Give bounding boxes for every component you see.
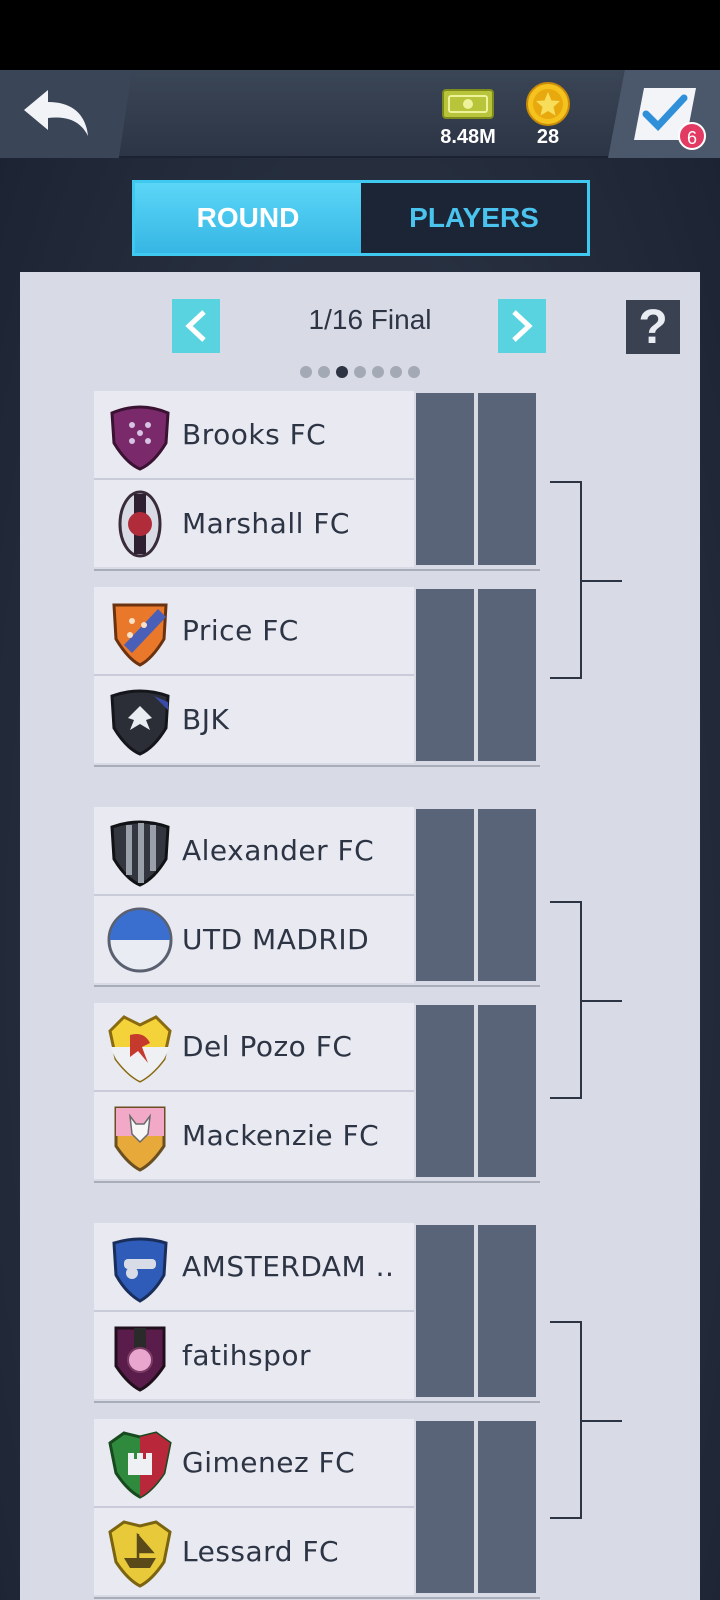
match-card[interactable]: Gimenez FC Lessard FC bbox=[94, 1419, 540, 1599]
bracket-stem bbox=[582, 1000, 622, 1002]
coins-value: 28 bbox=[536, 126, 560, 148]
chevron-left-icon bbox=[185, 310, 206, 342]
team-name: fatihspor bbox=[182, 1339, 312, 1372]
help-question-icon: ? bbox=[638, 300, 668, 354]
score-box-leg1 bbox=[416, 1421, 474, 1593]
tab-players[interactable]: PLAYERS bbox=[361, 183, 587, 253]
team-row-away: BJK bbox=[94, 676, 414, 763]
page-dot bbox=[408, 366, 420, 378]
match-card[interactable]: Price FC BJK bbox=[94, 587, 540, 767]
score-box-leg1 bbox=[416, 809, 474, 981]
card-shadow bbox=[94, 1401, 540, 1403]
blue-cannon-shield-icon bbox=[112, 1237, 168, 1303]
match-card[interactable]: AMSTERDAM .. fatihspor bbox=[94, 1223, 540, 1403]
next-round-button[interactable] bbox=[498, 299, 546, 353]
team-row-home: Alexander FC bbox=[94, 807, 414, 894]
team-row-away: UTD MADRID bbox=[94, 896, 414, 983]
black-stripes-shield-icon bbox=[110, 820, 170, 887]
team-name: Mackenzie FC bbox=[182, 1119, 380, 1152]
card-shadow bbox=[94, 569, 540, 571]
back-button[interactable] bbox=[0, 70, 132, 158]
team-name: UTD MADRID bbox=[182, 923, 370, 956]
chevron-right-icon bbox=[512, 310, 533, 342]
score-box-leg1 bbox=[416, 1225, 474, 1397]
bracket-connector bbox=[550, 901, 582, 1099]
orange-stars-shield-icon bbox=[112, 603, 168, 667]
team-name: Brooks FC bbox=[182, 418, 327, 451]
help-button[interactable]: ? bbox=[626, 300, 680, 354]
card-shadow bbox=[94, 985, 540, 987]
page-dot bbox=[354, 366, 366, 378]
yellow-red-bird-shield-icon bbox=[108, 1014, 172, 1083]
purple-stars-shield-icon bbox=[110, 405, 170, 471]
bracket-stem bbox=[582, 1420, 622, 1422]
bracket-connector bbox=[550, 481, 582, 679]
score-box-leg2 bbox=[478, 393, 536, 565]
blue-white-round-crest-icon bbox=[107, 907, 173, 972]
team-name: Gimenez FC bbox=[182, 1446, 356, 1479]
team-row-home: Brooks FC bbox=[94, 391, 414, 478]
round-title: 1/16 Final bbox=[308, 304, 432, 335]
score-box-leg1 bbox=[416, 393, 474, 565]
score-box-leg1 bbox=[416, 589, 474, 761]
page-dot bbox=[300, 366, 312, 378]
round-page-indicator bbox=[300, 366, 420, 378]
coin-star-icon bbox=[526, 82, 570, 126]
tasks-button[interactable]: 6 bbox=[608, 70, 720, 158]
previous-round-button[interactable] bbox=[172, 299, 220, 353]
top-bar: 8.48M 28 6 bbox=[0, 70, 720, 158]
score-box-leg1 bbox=[416, 1005, 474, 1177]
cash-value: 8.48M bbox=[440, 126, 496, 148]
team-name: AMSTERDAM .. bbox=[182, 1250, 395, 1283]
pink-yellow-wolf-shield-icon bbox=[114, 1106, 166, 1172]
score-box-leg2 bbox=[478, 1005, 536, 1177]
page-dot bbox=[318, 366, 330, 378]
black-eagle-shield-icon bbox=[110, 689, 170, 756]
team-row-home: Del Pozo FC bbox=[94, 1003, 414, 1090]
team-row-away: Mackenzie FC bbox=[94, 1092, 414, 1179]
score-box-leg2 bbox=[478, 809, 536, 981]
tasks-badge: 6 bbox=[678, 122, 706, 150]
match-card[interactable]: Alexander FC UTD MADRID bbox=[94, 807, 540, 987]
card-shadow bbox=[94, 1597, 540, 1599]
bracket-stem bbox=[582, 580, 622, 582]
team-name: Alexander FC bbox=[182, 834, 375, 867]
team-row-home: AMSTERDAM .. bbox=[94, 1223, 414, 1310]
page-dot bbox=[390, 366, 402, 378]
back-arrow-icon bbox=[24, 90, 88, 136]
red-black-oval-crest-icon bbox=[118, 490, 162, 557]
card-shadow bbox=[94, 765, 540, 767]
page-dot-active bbox=[336, 366, 348, 378]
match-card[interactable]: Brooks FC Marshall FC bbox=[94, 391, 540, 571]
coin-display: 28 bbox=[515, 82, 581, 149]
score-box-leg2 bbox=[478, 1421, 536, 1593]
team-name: BJK bbox=[182, 703, 230, 736]
team-row-home: Gimenez FC bbox=[94, 1419, 414, 1506]
team-row-away: Marshall FC bbox=[94, 480, 414, 567]
team-row-away: fatihspor bbox=[94, 1312, 414, 1399]
team-row-home: Price FC bbox=[94, 587, 414, 674]
round-players-tabs: ROUND PLAYERS bbox=[132, 180, 590, 256]
cash-display: 8.48M bbox=[428, 82, 508, 149]
score-box-leg2 bbox=[478, 589, 536, 761]
team-name: Price FC bbox=[182, 614, 299, 647]
card-shadow bbox=[94, 1181, 540, 1183]
team-name: Marshall FC bbox=[182, 507, 350, 540]
status-bar bbox=[0, 0, 720, 70]
bracket-panel: 1/16 Final ? Brooks FC Marshall FC Price… bbox=[20, 272, 700, 1600]
bracket-connector bbox=[550, 1321, 582, 1519]
team-row-away: Lessard FC bbox=[94, 1508, 414, 1595]
cash-icon bbox=[442, 89, 494, 119]
team-name: Lessard FC bbox=[182, 1535, 340, 1568]
purple-ball-shield-icon bbox=[114, 1326, 166, 1392]
tab-round[interactable]: ROUND bbox=[135, 183, 361, 253]
gold-ship-shield-icon bbox=[108, 1519, 172, 1588]
team-name: Del Pozo FC bbox=[182, 1030, 353, 1063]
green-red-castle-shield-icon bbox=[108, 1430, 172, 1499]
page-dot bbox=[372, 366, 384, 378]
match-card[interactable]: Del Pozo FC Mackenzie FC bbox=[94, 1003, 540, 1183]
score-box-leg2 bbox=[478, 1225, 536, 1397]
